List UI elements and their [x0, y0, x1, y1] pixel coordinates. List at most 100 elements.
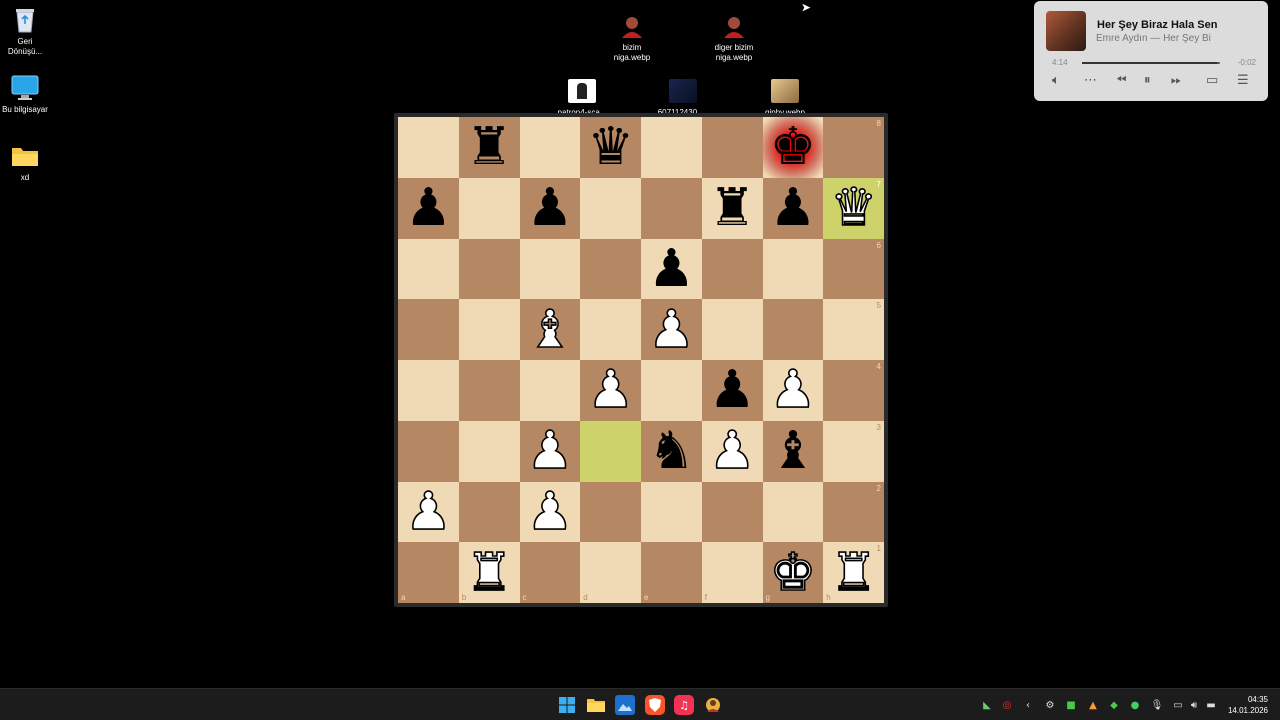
white-pawn-icon[interactable]: ♟	[526, 485, 574, 539]
square-f7[interactable]: ♜	[701, 177, 763, 239]
black-pawn-icon[interactable]: ♟	[648, 243, 695, 295]
square-b6[interactable]	[458, 238, 520, 300]
white-pawn-icon[interactable]: ♟	[769, 364, 817, 418]
square-c2[interactable]: ♟	[519, 481, 581, 543]
square-h6[interactable]: 6	[823, 238, 884, 300]
file-bizim-niga[interactable]: bizim niga.webp	[601, 12, 663, 63]
square-h4[interactable]: 4	[823, 360, 884, 421]
chess-board[interactable]: ♜ ♛ ♚ 8 ♟ ♟ ♜ ♟ ♛ 7 ♟ 6 ♝ ♟ 5 ♟ ♟ ♟ 4 ♟ ♞ ♟ ♝ 3 ♟ ♟ 2 a ♜ b c d e f ♚ g ♜ 1 h	[398, 117, 884, 603]
file-diger-bizim-niga[interactable]: diger bizim niga.webp	[703, 12, 765, 63]
battery-icon[interactable]: ▬	[1204, 698, 1218, 712]
tray-app-icon[interactable]: ◎	[1000, 698, 1014, 712]
square-d8[interactable]: ♛	[580, 117, 641, 178]
tray-green-icon[interactable]: ■	[1064, 698, 1078, 712]
media-player-widget[interactable]: Her Şey Biraz Hala Sen Emre Aydın — Her …	[1034, 1, 1268, 101]
tray-orange-icon[interactable]: ▲	[1086, 698, 1100, 712]
square-h2[interactable]: 2	[823, 481, 884, 543]
square-c5[interactable]: ♝	[519, 299, 581, 360]
black-pawn-icon[interactable]: ♟	[405, 182, 452, 234]
square-b7[interactable]	[458, 177, 520, 239]
black-rook-icon[interactable]: ♜	[466, 121, 513, 173]
square-g6[interactable]	[762, 238, 824, 300]
network-icon[interactable]: ▭	[1171, 698, 1185, 712]
black-pawn-icon[interactable]: ♟	[709, 364, 756, 416]
square-c7[interactable]: ♟	[519, 177, 581, 239]
white-pawn-icon[interactable]: ♟	[708, 424, 756, 478]
next-icon[interactable]: ⏩︎	[1171, 73, 1181, 88]
square-a1[interactable]: a	[398, 542, 459, 603]
white-pawn-icon[interactable]: ♟	[526, 424, 574, 478]
square-a4[interactable]	[398, 360, 459, 421]
square-f8[interactable]	[701, 117, 763, 178]
black-pawn-icon[interactable]: ♟	[770, 182, 817, 234]
square-b5[interactable]	[458, 299, 520, 360]
square-d5[interactable]	[580, 299, 641, 360]
square-a3[interactable]	[398, 420, 459, 482]
square-f5[interactable]	[701, 299, 763, 360]
square-e5[interactable]: ♟	[641, 299, 702, 360]
square-h8[interactable]: 8	[823, 117, 884, 178]
square-e7[interactable]	[641, 177, 702, 239]
file-patron4[interactable]: patron4-sca...	[551, 77, 613, 118]
white-rook-icon[interactable]: ♜	[465, 546, 513, 600]
white-pawn-icon[interactable]: ♟	[587, 364, 635, 418]
recycle-bin[interactable]: Geri Dönüşü...	[0, 6, 56, 57]
square-c6[interactable]	[519, 238, 581, 300]
square-g7[interactable]: ♟	[762, 177, 824, 239]
white-queen-icon[interactable]: ♛	[830, 181, 878, 235]
microphone-icon[interactable]: 🎙︎	[1150, 698, 1164, 712]
black-rook-icon[interactable]: ♜	[709, 182, 756, 234]
clock[interactable]: 04:35 14.01.2026	[1228, 694, 1268, 716]
white-rook-icon[interactable]: ♜	[830, 546, 878, 600]
tray-chevron-icon[interactable]: ‹	[1021, 698, 1035, 712]
square-e3[interactable]: ♞	[641, 420, 702, 482]
square-f4[interactable]: ♟	[701, 360, 763, 421]
volume-icon[interactable]: 🔈︎	[1052, 73, 1060, 88]
square-c4[interactable]	[519, 360, 581, 421]
previous-icon[interactable]: ⏪︎	[1116, 73, 1126, 88]
white-bishop-icon[interactable]: ♝	[526, 303, 574, 357]
lyrics-icon[interactable]: ▭	[1206, 73, 1218, 88]
square-b4[interactable]	[458, 360, 520, 421]
photos-icon[interactable]	[615, 695, 635, 715]
white-pawn-icon[interactable]: ♟	[404, 485, 452, 539]
square-g2[interactable]	[762, 481, 824, 543]
tray-shield-icon[interactable]: ◆	[1107, 698, 1121, 712]
square-d7[interactable]	[580, 177, 641, 239]
queue-icon[interactable]: ☰	[1237, 73, 1249, 88]
square-e4[interactable]	[641, 360, 702, 421]
square-d4[interactable]: ♟	[580, 360, 641, 421]
progress-bar[interactable]	[1082, 62, 1220, 64]
square-d6[interactable]	[580, 238, 641, 300]
square-d2[interactable]	[580, 481, 641, 543]
square-h3[interactable]: 3	[823, 420, 884, 482]
square-f6[interactable]	[701, 238, 763, 300]
square-e1[interactable]: e	[641, 542, 702, 603]
file-giphy[interactable]: giphy.webp	[754, 77, 816, 118]
folder-xd[interactable]: xd	[0, 142, 56, 183]
start-icon[interactable]	[557, 695, 577, 715]
square-f3[interactable]: ♟	[701, 420, 763, 482]
black-bishop-icon[interactable]: ♝	[770, 425, 817, 477]
square-g3[interactable]: ♝	[762, 420, 824, 482]
white-pawn-icon[interactable]: ♟	[647, 303, 695, 357]
black-king-icon[interactable]: ♚	[770, 121, 817, 173]
file-607112430[interactable]: 607112430_...	[652, 77, 714, 118]
square-a8[interactable]	[398, 117, 459, 178]
square-f1[interactable]: f	[701, 542, 763, 603]
pause-icon[interactable]: ⏸︎	[1144, 73, 1151, 88]
square-b3[interactable]	[458, 420, 520, 482]
square-a7[interactable]: ♟	[398, 177, 459, 239]
black-knight-icon[interactable]: ♞	[648, 425, 695, 477]
square-e6[interactable]: ♟	[641, 238, 702, 300]
file-explorer-icon[interactable]	[586, 695, 606, 715]
square-h1[interactable]: ♜ 1 h	[823, 542, 884, 603]
game-app-icon[interactable]	[703, 695, 723, 715]
square-g5[interactable]	[762, 299, 824, 360]
tray-nvidia-icon[interactable]: ◣	[980, 698, 994, 712]
more-icon[interactable]: ⋯	[1084, 73, 1097, 88]
white-king-icon[interactable]: ♚	[769, 546, 817, 600]
square-a5[interactable]	[398, 299, 459, 360]
square-d1[interactable]: d	[580, 542, 641, 603]
speaker-icon[interactable]: 🔊︎	[1187, 698, 1201, 712]
